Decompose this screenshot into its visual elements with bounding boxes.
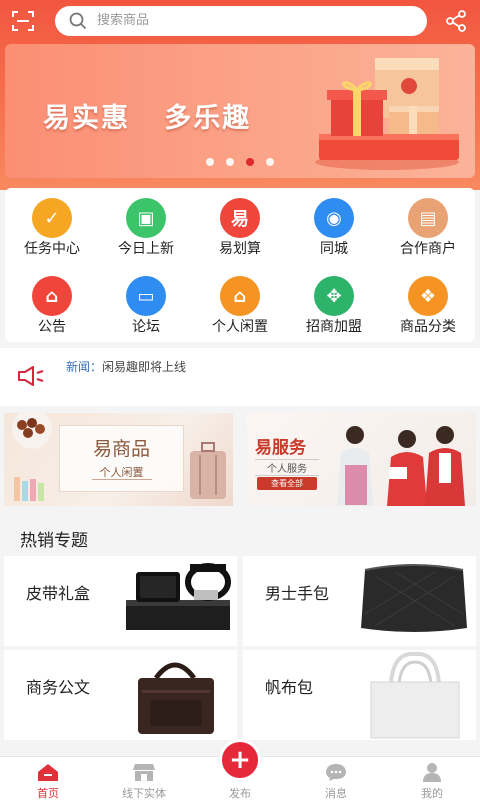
menu-item-new-today[interactable]: ▣ 今日上新 xyxy=(99,188,193,257)
news-text: 新闻：闲易趣即将上线 xyxy=(66,360,186,374)
hot-item-label: 商务公文 xyxy=(26,678,91,697)
hot-item-canvas-bag[interactable]: 帆布包 xyxy=(243,650,476,740)
carousel-indicator xyxy=(206,158,274,166)
promo-card-label: 易商品 个人闲置 xyxy=(59,425,184,492)
promo-card-goods[interactable]: 易商品 个人闲置 xyxy=(4,413,233,506)
carousel-dot[interactable] xyxy=(226,158,234,166)
menu-item-label: 易划算 xyxy=(219,241,261,257)
hot-item-business-briefcase[interactable]: 商务公文 xyxy=(4,650,237,740)
menu-item-label: 合作商户 xyxy=(400,241,456,257)
promo-banner[interactable]: 易实惠 多乐趣 xyxy=(5,44,475,178)
nuts-bowl-image xyxy=(12,413,52,449)
menu-item-label: 商品分类 xyxy=(400,319,456,335)
promo-card-service[interactable]: 易服务 个人服务 查看全部 xyxy=(247,413,476,506)
tab-label: 我的 xyxy=(421,787,443,800)
suitcase-image xyxy=(190,442,226,499)
menu-item-label: 个人闲置 xyxy=(212,319,268,335)
storefront-icon: ▤ xyxy=(408,198,448,238)
carousel-dot[interactable] xyxy=(206,158,214,166)
view-all-button[interactable]: 查看全部 xyxy=(257,477,317,490)
hot-item-belt-gift-box[interactable]: 皮带礼盒 xyxy=(4,556,237,646)
news-ticker[interactable]: 新闻：闲易趣即将上线 xyxy=(0,348,480,406)
banner-slogan: 易实惠 多乐趣 xyxy=(43,103,252,134)
tab-label: 消息 xyxy=(325,787,347,800)
news-headline: 闲易趣即将上线 xyxy=(102,360,187,374)
news-prefix: 新闻： xyxy=(66,360,103,374)
section-title-hot: 热销专题 xyxy=(20,531,88,551)
promo-subtitle: 个人服务 xyxy=(255,459,319,476)
tab-home[interactable]: 首页 xyxy=(0,757,96,800)
top-bar: 搜索商品 xyxy=(0,0,480,44)
tab-offline-stores[interactable]: 线下实体 xyxy=(96,757,192,800)
menu-item-partner-merchants[interactable]: ▤ 合作商户 xyxy=(381,188,475,257)
mens-clutch-image xyxy=(361,564,467,632)
carousel-dot[interactable] xyxy=(266,158,274,166)
promo-subtitle-text: 个人闲置 xyxy=(91,466,152,480)
publish-button[interactable]: + xyxy=(219,739,261,781)
promo-subtitle: 个人闲置 xyxy=(60,464,183,480)
briefcase-image xyxy=(138,662,214,734)
header: 搜索商品 易实惠 多乐趣 xyxy=(0,0,480,190)
tab-label: 线下实体 xyxy=(122,787,166,800)
plus-icon: + xyxy=(229,745,251,775)
scan-icon[interactable] xyxy=(11,9,35,33)
menu-item-forum[interactable]: ▭ 论坛 xyxy=(99,266,193,335)
menu-item-task-center[interactable]: ✓ 任务中心 xyxy=(5,188,99,257)
tab-me[interactable]: 我的 xyxy=(384,757,480,800)
announcement-icon: ⌂ xyxy=(32,276,72,316)
hot-item-label: 男士手包 xyxy=(265,584,330,603)
hot-item-label: 帆布包 xyxy=(265,678,314,697)
belt-gift-box-image xyxy=(126,563,231,630)
yi-icon: 易 xyxy=(220,198,260,238)
search-placeholder: 搜索商品 xyxy=(97,13,150,28)
search-icon xyxy=(69,12,87,30)
store-icon xyxy=(133,764,155,781)
megaphone-icon xyxy=(18,366,44,386)
menu-item-categories[interactable]: ❖ 商品分类 xyxy=(381,266,475,335)
idle-goods-icon: ⌂ xyxy=(220,276,260,316)
menu-item-label: 论坛 xyxy=(132,319,160,335)
home-icon xyxy=(38,764,58,781)
menu-item-announcement[interactable]: ⌂ 公告 xyxy=(5,266,99,335)
task-icon: ✓ xyxy=(32,198,72,238)
location-pin-icon: ◉ xyxy=(314,198,354,238)
tab-label: 首页 xyxy=(37,787,59,800)
menu-item-label: 今日上新 xyxy=(118,241,174,257)
menu-item-franchise[interactable]: ✥ 招商加盟 xyxy=(287,266,381,335)
menu-item-label: 公告 xyxy=(38,319,66,335)
tab-label: 发布 xyxy=(229,787,251,800)
quick-menu: ✓ 任务中心 ▣ 今日上新 易 易划算 ◉ 同城 ▤ 合作商户 ⌂ 公告 ▭ 论… xyxy=(5,188,475,342)
shopping-bag-icon: ▣ xyxy=(126,198,166,238)
menu-item-label: 招商加盟 xyxy=(306,319,362,335)
message-icon xyxy=(326,764,346,781)
promo-title: 易服务 xyxy=(255,438,306,458)
canvas-bag-image xyxy=(370,651,460,739)
share-icon[interactable] xyxy=(444,9,468,33)
service-staff-image xyxy=(337,426,465,506)
forum-icon: ▭ xyxy=(126,276,166,316)
handshake-icon: ✥ xyxy=(314,276,354,316)
hot-item-mens-clutch[interactable]: 男士手包 xyxy=(243,556,476,646)
menu-item-yi-deal[interactable]: 易 易划算 xyxy=(193,188,287,257)
user-icon xyxy=(423,763,441,782)
menu-item-label: 任务中心 xyxy=(24,241,80,257)
menu-item-label: 同城 xyxy=(320,241,348,257)
menu-item-personal-idle[interactable]: ⌂ 个人闲置 xyxy=(193,266,287,335)
hot-item-label: 皮带礼盒 xyxy=(26,584,91,603)
menu-item-local[interactable]: ◉ 同城 xyxy=(287,188,381,257)
tab-messages[interactable]: 消息 xyxy=(288,757,384,800)
search-bar[interactable]: 搜索商品 xyxy=(55,6,427,36)
promo-title: 易商品 xyxy=(92,438,150,460)
category-icon: ❖ xyxy=(408,276,448,316)
carousel-dot-active[interactable] xyxy=(246,158,254,166)
gift-boxes-illustration xyxy=(315,58,459,170)
